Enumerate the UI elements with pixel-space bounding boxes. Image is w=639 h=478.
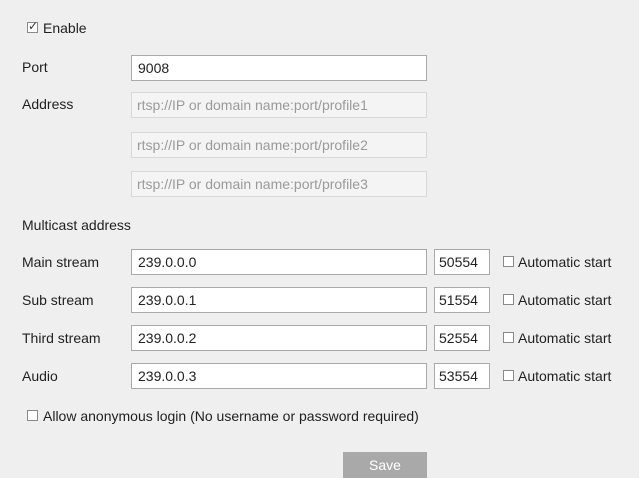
- main-stream-address-input[interactable]: 239.0.0.0: [131, 249, 427, 275]
- audio-label: Audio: [22, 368, 58, 384]
- address-field-profile2: rtsp://IP or domain name:port/profile2: [131, 132, 427, 158]
- third-stream-auto-label: Automatic start: [518, 330, 612, 346]
- third-stream-label: Third stream: [22, 330, 101, 346]
- audio-auto-checkbox[interactable]: [503, 370, 514, 381]
- sub-stream-auto-label: Automatic start: [518, 292, 612, 308]
- third-stream-auto-checkbox[interactable]: [503, 332, 514, 343]
- main-stream-auto-checkbox[interactable]: [503, 256, 514, 267]
- sub-stream-address-input[interactable]: 239.0.0.1: [131, 287, 427, 313]
- third-stream-address-input[interactable]: 239.0.0.2: [131, 325, 427, 351]
- anonymous-login-checkbox[interactable]: [27, 410, 38, 421]
- address-label: Address: [22, 96, 74, 112]
- multicast-heading: Multicast address: [22, 217, 131, 233]
- port-input[interactable]: 9008: [131, 55, 427, 81]
- sub-stream-auto-checkbox[interactable]: [503, 294, 514, 305]
- main-stream-label: Main stream: [22, 254, 100, 270]
- anonymous-login-label: Allow anonymous login (No username or pa…: [43, 408, 419, 424]
- third-stream-port-input[interactable]: 52554: [434, 325, 490, 351]
- address-field-profile3: rtsp://IP or domain name:port/profile3: [131, 171, 427, 197]
- enable-label: Enable: [43, 20, 87, 36]
- sub-stream-port-input[interactable]: 51554: [434, 287, 490, 313]
- audio-address-input[interactable]: 239.0.0.3: [131, 363, 427, 389]
- save-button[interactable]: Save: [343, 452, 427, 478]
- main-stream-port-input[interactable]: 50554: [434, 249, 490, 275]
- address-field-profile1: rtsp://IP or domain name:port/profile1: [131, 92, 427, 118]
- audio-auto-label: Automatic start: [518, 368, 612, 384]
- port-label: Port: [22, 59, 48, 75]
- main-stream-auto-label: Automatic start: [518, 254, 612, 270]
- enable-checkbox[interactable]: [27, 19, 38, 33]
- audio-port-input[interactable]: 53554: [434, 363, 490, 389]
- sub-stream-label: Sub stream: [22, 292, 94, 308]
